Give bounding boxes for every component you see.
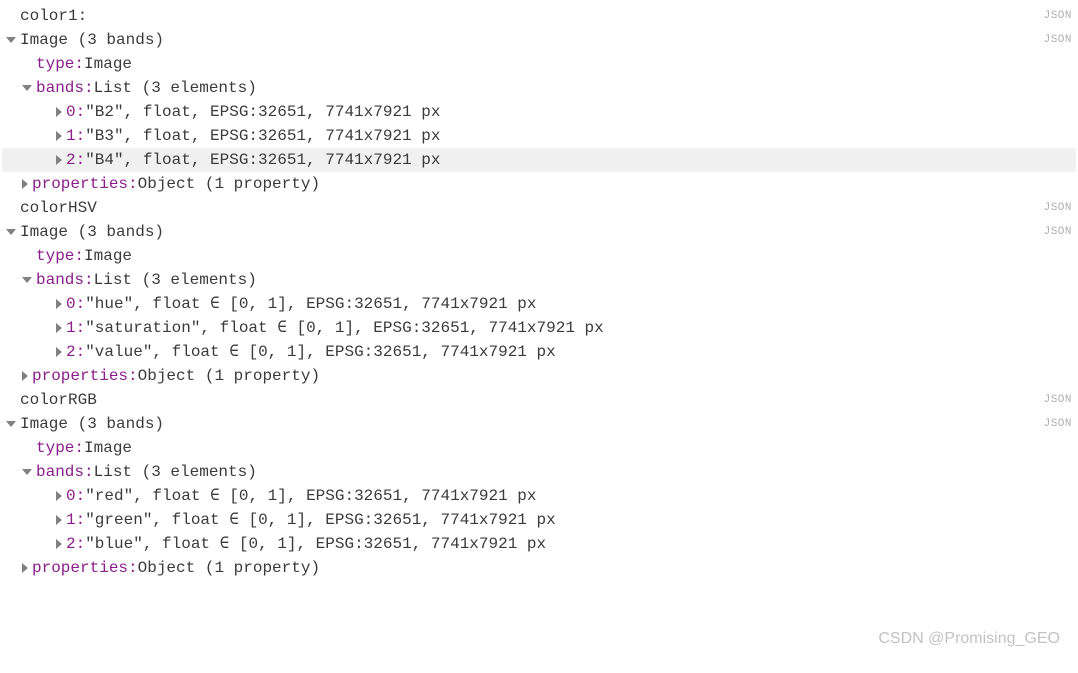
properties-key: properties: (32, 364, 138, 388)
band-item[interactable]: 1: "B3", float, EPSG:32651, 7741x7921 px (2, 124, 1076, 148)
image-header-text: Image (3 bands) (20, 28, 164, 52)
band-item[interactable]: 1: "saturation", float ∈ [0, 1], EPSG:32… (2, 316, 1076, 340)
band-key: 2: (66, 340, 85, 364)
image-header[interactable]: Image (3 bands) JSON (2, 220, 1076, 244)
bands-value: List (3 elements) (94, 76, 257, 100)
band-item[interactable]: 2: "blue", float ∈ [0, 1], EPSG:32651, 7… (2, 532, 1076, 556)
section-title: colorRGB JSON (2, 388, 1076, 412)
band-key: 1: (66, 316, 85, 340)
chevron-right-icon[interactable] (56, 155, 62, 165)
chevron-right-icon[interactable] (56, 539, 62, 549)
bands-row[interactable]: bands: List (3 elements) (2, 76, 1076, 100)
chevron-down-icon[interactable] (6, 37, 16, 43)
json-tag[interactable]: JSON (1044, 32, 1072, 49)
properties-row[interactable]: properties: Object (1 property) (2, 556, 1076, 580)
type-value: Image (84, 52, 132, 76)
type-key: type: (36, 436, 84, 460)
image-header[interactable]: Image (3 bands) JSON (2, 28, 1076, 52)
bands-value: List (3 elements) (94, 268, 257, 292)
type-key: type: (36, 244, 84, 268)
band-key: 1: (66, 124, 85, 148)
chevron-right-icon[interactable] (56, 491, 62, 501)
type-value: Image (84, 244, 132, 268)
band-value: "saturation", float ∈ [0, 1], EPSG:32651… (85, 316, 604, 340)
band-key: 0: (66, 484, 85, 508)
chevron-down-icon[interactable] (22, 469, 32, 475)
band-item[interactable]: 0: "B2", float, EPSG:32651, 7741x7921 px (2, 100, 1076, 124)
bands-key: bands: (36, 268, 94, 292)
title-text: colorHSV (20, 196, 97, 220)
type-value: Image (84, 436, 132, 460)
chevron-right-icon[interactable] (56, 107, 62, 117)
band-item[interactable]: 2: "B4", float, EPSG:32651, 7741x7921 px (2, 148, 1076, 172)
bands-key: bands: (36, 460, 94, 484)
band-value: "B4", float, EPSG:32651, 7741x7921 px (85, 148, 440, 172)
band-value: "blue", float ∈ [0, 1], EPSG:32651, 7741… (85, 532, 546, 556)
type-key: type: (36, 52, 84, 76)
band-key: 0: (66, 292, 85, 316)
image-header-text: Image (3 bands) (20, 220, 164, 244)
title-text: colorRGB (20, 388, 97, 412)
chevron-down-icon[interactable] (6, 229, 16, 235)
chevron-right-icon[interactable] (22, 563, 28, 573)
band-key: 2: (66, 148, 85, 172)
band-key: 2: (66, 532, 85, 556)
band-item[interactable]: 0: "red", float ∈ [0, 1], EPSG:32651, 77… (2, 484, 1076, 508)
title-text: color1: (20, 4, 87, 28)
properties-key: properties: (32, 172, 138, 196)
chevron-right-icon[interactable] (56, 347, 62, 357)
type-row: type: Image (2, 52, 1076, 76)
properties-key: properties: (32, 556, 138, 580)
bands-value: List (3 elements) (94, 460, 257, 484)
bands-row[interactable]: bands: List (3 elements) (2, 268, 1076, 292)
chevron-right-icon[interactable] (56, 515, 62, 525)
bands-key: bands: (36, 76, 94, 100)
json-tag[interactable]: JSON (1044, 392, 1072, 409)
json-tag[interactable]: JSON (1044, 200, 1072, 217)
band-value: "value", float ∈ [0, 1], EPSG:32651, 774… (85, 340, 556, 364)
properties-row[interactable]: properties: Object (1 property) (2, 364, 1076, 388)
properties-value: Object (1 property) (138, 364, 320, 388)
band-value: "red", float ∈ [0, 1], EPSG:32651, 7741x… (85, 484, 536, 508)
band-item[interactable]: 0: "hue", float ∈ [0, 1], EPSG:32651, 77… (2, 292, 1076, 316)
properties-value: Object (1 property) (138, 172, 320, 196)
chevron-down-icon[interactable] (6, 421, 16, 427)
band-key: 1: (66, 508, 85, 532)
bands-row[interactable]: bands: List (3 elements) (2, 460, 1076, 484)
properties-row[interactable]: properties: Object (1 property) (2, 172, 1076, 196)
chevron-right-icon[interactable] (56, 299, 62, 309)
chevron-down-icon[interactable] (22, 277, 32, 283)
chevron-right-icon[interactable] (56, 131, 62, 141)
json-tag[interactable]: JSON (1044, 8, 1072, 25)
band-item[interactable]: 2: "value", float ∈ [0, 1], EPSG:32651, … (2, 340, 1076, 364)
json-tag[interactable]: JSON (1044, 224, 1072, 241)
properties-value: Object (1 property) (138, 556, 320, 580)
band-key: 0: (66, 100, 85, 124)
type-row: type: Image (2, 244, 1076, 268)
band-item[interactable]: 1: "green", float ∈ [0, 1], EPSG:32651, … (2, 508, 1076, 532)
watermark: CSDN @Promising_GEO (878, 627, 1060, 651)
image-header[interactable]: Image (3 bands) JSON (2, 412, 1076, 436)
band-value: "B2", float, EPSG:32651, 7741x7921 px (85, 100, 440, 124)
chevron-right-icon[interactable] (56, 323, 62, 333)
band-value: "green", float ∈ [0, 1], EPSG:32651, 774… (85, 508, 556, 532)
chevron-right-icon[interactable] (22, 371, 28, 381)
chevron-right-icon[interactable] (22, 179, 28, 189)
chevron-down-icon[interactable] (22, 85, 32, 91)
type-row: type: Image (2, 436, 1076, 460)
section-title: color1: JSON (2, 4, 1076, 28)
section-title: colorHSV JSON (2, 196, 1076, 220)
json-tag[interactable]: JSON (1044, 416, 1072, 433)
image-header-text: Image (3 bands) (20, 412, 164, 436)
band-value: "B3", float, EPSG:32651, 7741x7921 px (85, 124, 440, 148)
band-value: "hue", float ∈ [0, 1], EPSG:32651, 7741x… (85, 292, 536, 316)
